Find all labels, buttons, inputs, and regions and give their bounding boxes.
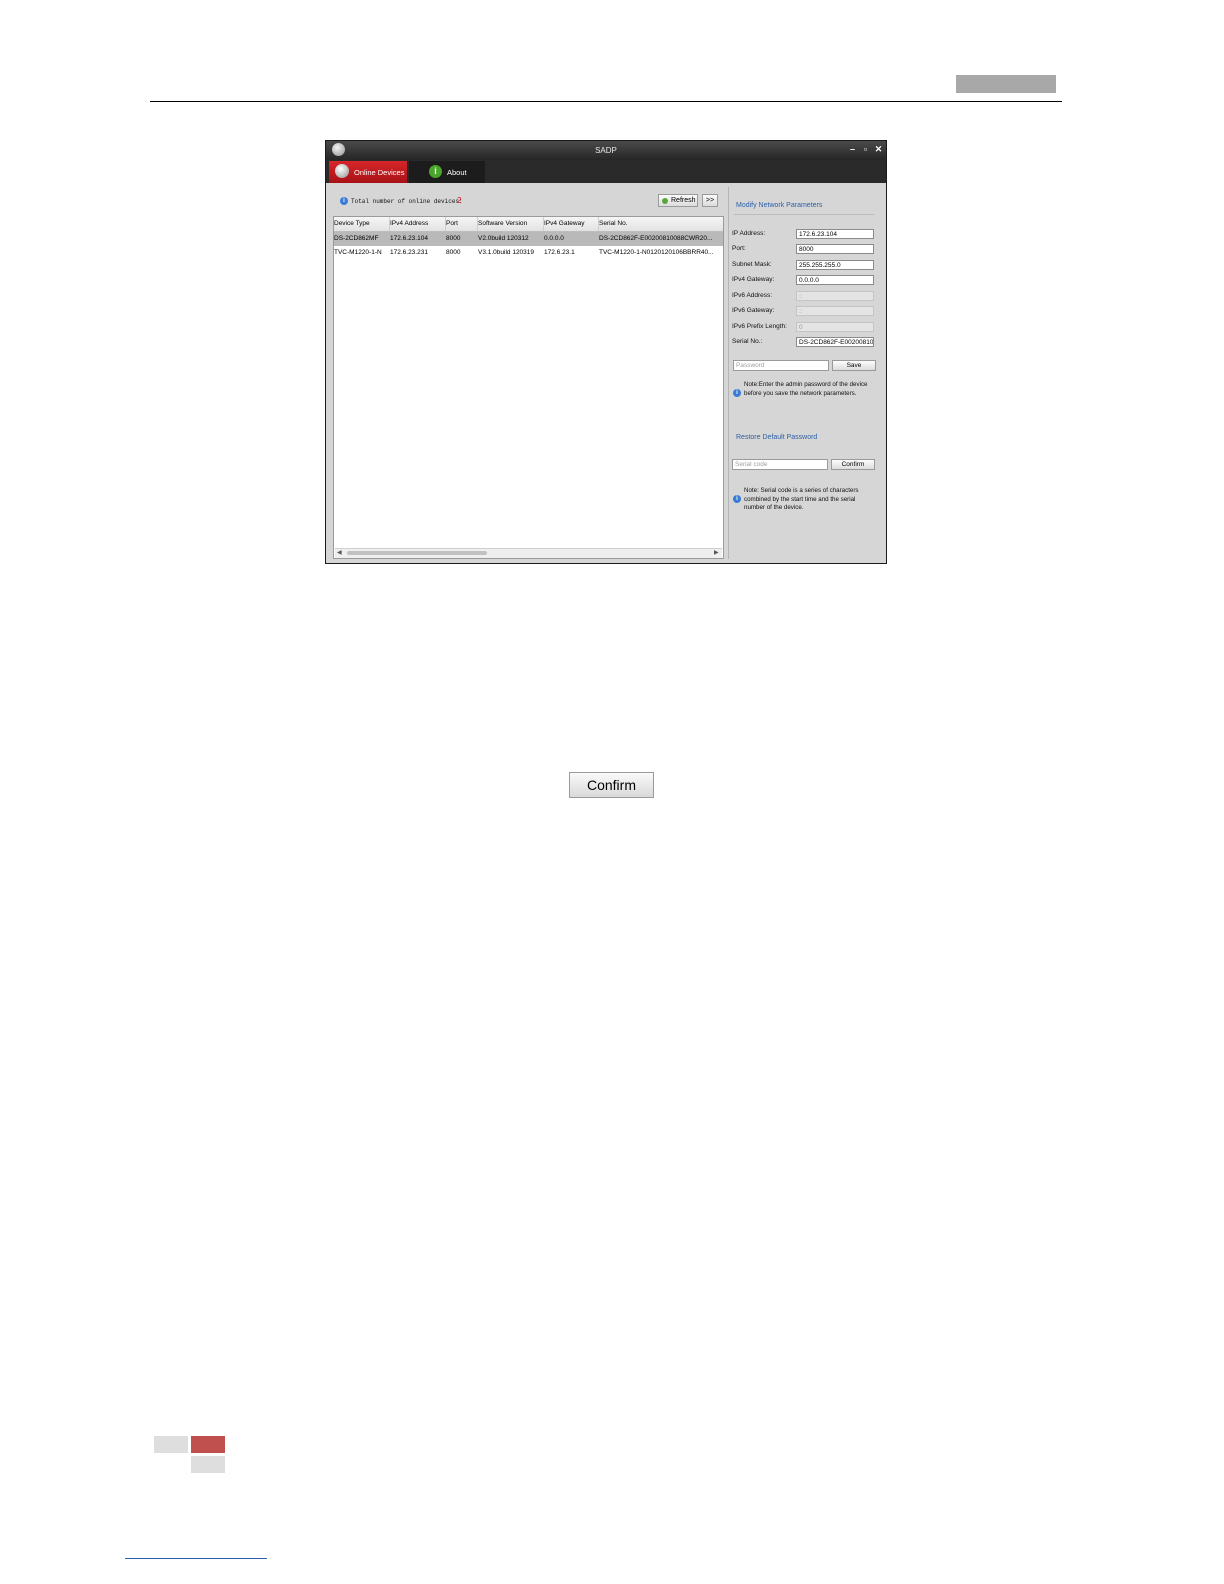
subnet-mask-label: Subnet Mask: xyxy=(732,261,772,268)
ipv6-address-label: IPv6 Address: xyxy=(732,292,773,299)
cell-port: 8000 xyxy=(446,249,461,256)
confirm-button[interactable]: Confirm xyxy=(569,772,654,798)
info-icon: i xyxy=(733,389,741,397)
save-button[interactable]: Save xyxy=(832,360,876,371)
table-row[interactable]: TVC-M1220-1-N 172.6.23.231 8000 V3.1.0bu… xyxy=(334,246,723,260)
ipv6-prefix-length-field: 0 xyxy=(796,322,874,332)
password-input[interactable]: Password xyxy=(733,360,829,371)
column-header-software-version[interactable]: Software Version xyxy=(478,220,542,227)
section-rule xyxy=(734,214,874,215)
tab-about-label: About xyxy=(447,168,467,177)
cell-port: 8000 xyxy=(446,235,461,242)
port-field[interactable]: 8000 xyxy=(796,244,874,254)
modify-network-parameters-title: Modify Network Parameters xyxy=(736,202,823,209)
info-icon: i xyxy=(733,495,741,503)
column-header-device-type[interactable]: Device Type xyxy=(334,220,388,227)
cell-serial-no: DS-2CD862F-E00200810088CWR20... xyxy=(599,235,713,242)
serial-code-input[interactable]: Serial code xyxy=(732,459,828,470)
total-devices-label: Total number of online devices: xyxy=(351,198,463,205)
scroll-left-icon[interactable]: ◀ xyxy=(337,549,342,556)
confirm-button-small[interactable]: Confirm xyxy=(831,459,875,470)
serial-no-label: Serial No.: xyxy=(732,338,763,345)
ip-address-field[interactable]: 172.6.23.104 xyxy=(796,229,874,239)
header-bar-decoration xyxy=(956,75,1056,93)
tab-online-devices-label: Online Devices xyxy=(354,168,405,177)
minimize-icon[interactable]: – xyxy=(848,145,857,154)
cell-device-type: TVC-M1220-1-N xyxy=(334,249,382,256)
device-table: Device Type IPv4 Address Port Software V… xyxy=(333,216,724,559)
content-area: i Total number of online devices: 2 Refr… xyxy=(326,183,886,563)
close-icon[interactable]: ✕ xyxy=(874,145,883,154)
cell-ipv4-address: 172.6.23.231 xyxy=(390,249,428,256)
ipv6-address-field: :: xyxy=(796,291,874,301)
cell-serial-no: TVC-M1220-1-N0120120106BBRR40... xyxy=(599,249,714,256)
tab-online-devices[interactable]: Online Devices xyxy=(329,161,407,183)
column-divider[interactable] xyxy=(389,217,390,231)
total-devices-count: 2 xyxy=(457,196,462,205)
footer-block-decoration xyxy=(191,1456,225,1473)
ipv6-prefix-length-label: IPv6 Prefix Length: xyxy=(732,323,787,330)
column-header-ipv4-address[interactable]: IPv4 Address xyxy=(390,220,444,227)
column-header-port[interactable]: Port xyxy=(446,220,476,227)
header-rule xyxy=(150,101,1062,102)
serial-code-note: Note: Serial code is a series of charact… xyxy=(744,487,859,511)
cell-ipv4-address: 172.6.23.104 xyxy=(390,235,428,242)
window-title: SADP xyxy=(595,146,617,155)
ip-address-label: IP Address: xyxy=(732,230,766,237)
ipv6-gateway-field: :: xyxy=(796,306,874,316)
refresh-button[interactable]: Refresh xyxy=(658,194,698,207)
column-divider[interactable] xyxy=(598,217,599,231)
password-note: Note:Enter the admin password of the dev… xyxy=(744,381,868,397)
scrollbar-thumb[interactable] xyxy=(347,551,487,555)
cell-software-version: V2.0build 120312 xyxy=(478,235,529,242)
footer-block-decoration xyxy=(154,1436,188,1453)
expand-button[interactable]: >> xyxy=(702,194,718,207)
scroll-right-icon[interactable]: ▶ xyxy=(714,549,719,556)
cell-ipv4-gateway: 172.6.23.1 xyxy=(544,249,575,256)
ipv4-gateway-label: IPv4 Gateway: xyxy=(732,276,775,283)
online-devices-icon xyxy=(335,164,349,178)
refresh-label: Refresh xyxy=(671,197,696,204)
sadp-window: SADP – ▫ ✕ Online Devices i About i Tota… xyxy=(325,140,887,564)
footer-link-underline xyxy=(125,1558,267,1559)
info-icon: i xyxy=(340,197,348,205)
column-divider[interactable] xyxy=(445,217,446,231)
maximize-icon[interactable]: ▫ xyxy=(861,145,870,154)
tab-bar: Online Devices i About xyxy=(326,160,886,183)
table-row[interactable]: DS-2CD862MF 172.6.23.104 8000 V2.0build … xyxy=(334,232,723,246)
port-label: Port: xyxy=(732,245,746,252)
info-icon: i xyxy=(429,165,442,178)
subnet-mask-field[interactable]: 255.255.255.0 xyxy=(796,260,874,270)
cell-ipv4-gateway: 0.0.0.0 xyxy=(544,235,564,242)
cell-software-version: V3.1.0build 120319 xyxy=(478,249,535,256)
refresh-icon xyxy=(662,198,668,204)
ipv6-gateway-label: IPv6 Gateway: xyxy=(732,307,775,314)
cell-device-type: DS-2CD862MF xyxy=(334,235,379,242)
tab-about[interactable]: i About xyxy=(409,161,485,183)
ipv4-gateway-field[interactable]: 0.0.0.0 xyxy=(796,275,874,285)
serial-no-field[interactable]: DS-2CD862F-E00200810 xyxy=(796,337,874,347)
column-header-ipv4-gateway[interactable]: IPv4 Gateway xyxy=(544,220,598,227)
panel-divider xyxy=(728,187,729,559)
column-header-serial-no[interactable]: Serial No. xyxy=(599,220,721,227)
table-header: Device Type IPv4 Address Port Software V… xyxy=(334,217,723,232)
column-divider[interactable] xyxy=(543,217,544,231)
title-bar[interactable]: SADP – ▫ ✕ xyxy=(326,141,886,160)
horizontal-scrollbar[interactable]: ◀ ▶ xyxy=(335,548,722,558)
restore-default-password-title: Restore Default Password xyxy=(736,434,818,441)
footer-block-decoration xyxy=(191,1436,225,1453)
column-divider[interactable] xyxy=(477,217,478,231)
